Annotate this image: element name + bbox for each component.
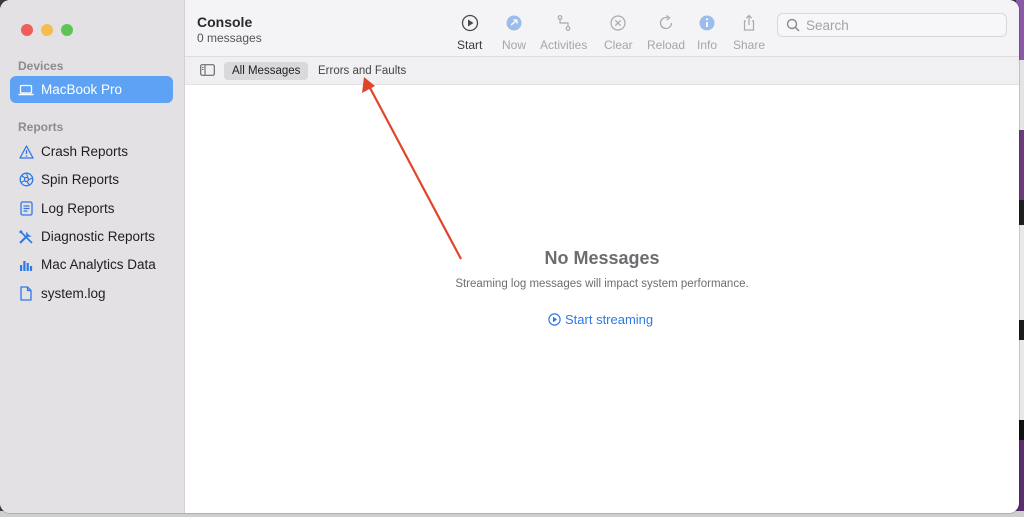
devices-header: Devices bbox=[18, 59, 64, 73]
filter-all-messages[interactable]: All Messages bbox=[224, 62, 309, 80]
close-button[interactable] bbox=[21, 24, 33, 36]
start-streaming-link[interactable]: Start streaming bbox=[548, 312, 653, 327]
activities-icon bbox=[557, 15, 571, 31]
file-icon bbox=[18, 286, 34, 302]
reload-icon bbox=[659, 14, 673, 30]
clear-button[interactable]: Clear bbox=[604, 14, 633, 52]
sidebar: Devices MacBook Pro Reports Crash Report… bbox=[0, 0, 185, 513]
reload-button[interactable]: Reload bbox=[647, 14, 685, 52]
sidebar-item-crash-reports[interactable]: Crash Reports bbox=[10, 138, 173, 165]
sidebar-item-log-reports[interactable]: Log Reports bbox=[10, 195, 173, 222]
zoom-button[interactable] bbox=[61, 24, 73, 36]
search-input[interactable] bbox=[806, 17, 996, 33]
filter-bar: All Messages Errors and Faults bbox=[185, 57, 1019, 85]
bar-chart-icon bbox=[18, 257, 34, 273]
console-window: Devices MacBook Pro Reports Crash Report… bbox=[0, 0, 1019, 513]
sidebar-item-label: Diagnostic Reports bbox=[41, 229, 156, 244]
empty-state-subtitle: Streaming log messages will impact syste… bbox=[455, 278, 749, 290]
warning-icon bbox=[18, 144, 34, 160]
empty-state-title: No Messages bbox=[544, 248, 660, 268]
sidebar-toggle-icon[interactable] bbox=[200, 64, 215, 76]
sidebar-item-label: Crash Reports bbox=[41, 144, 129, 159]
laptop-icon bbox=[18, 82, 34, 98]
window-controls bbox=[21, 24, 73, 36]
search-field[interactable] bbox=[777, 13, 1007, 37]
activities-button[interactable]: Activities bbox=[540, 14, 587, 52]
info-button[interactable]: Info bbox=[697, 14, 717, 52]
info-icon bbox=[699, 15, 715, 31]
minimize-button[interactable] bbox=[41, 24, 53, 36]
sidebar-item-diagnostic-reports[interactable]: Diagnostic Reports bbox=[10, 223, 173, 250]
sidebar-item-label: Spin Reports bbox=[41, 172, 120, 187]
play-icon bbox=[461, 14, 478, 32]
start-button[interactable]: Start bbox=[457, 14, 482, 52]
spin-icon bbox=[18, 172, 34, 188]
tools-icon bbox=[18, 229, 34, 245]
toolbar: Console 0 messages Start Now Activities … bbox=[185, 0, 1019, 57]
now-button[interactable]: Now bbox=[502, 14, 526, 52]
sidebar-item-label: Mac Analytics Data bbox=[41, 257, 156, 272]
reports-header: Reports bbox=[18, 120, 64, 134]
share-icon bbox=[743, 14, 755, 31]
sidebar-item-label: system.log bbox=[41, 286, 106, 301]
sidebar-item-macbook-pro[interactable]: MacBook Pro bbox=[10, 76, 173, 103]
sidebar-item-system-log[interactable]: system.log bbox=[10, 280, 173, 307]
sidebar-item-label: Log Reports bbox=[41, 201, 115, 216]
now-icon bbox=[506, 15, 522, 31]
window-title: Console bbox=[197, 14, 253, 30]
clear-icon bbox=[610, 15, 626, 31]
sidebar-item-spin-reports[interactable]: Spin Reports bbox=[10, 166, 173, 193]
share-button[interactable]: Share bbox=[733, 14, 765, 52]
play-circle-icon bbox=[548, 313, 561, 326]
message-count: 0 messages bbox=[197, 31, 262, 45]
filter-errors-and-faults[interactable]: Errors and Faults bbox=[310, 62, 414, 80]
sidebar-item-label: MacBook Pro bbox=[41, 82, 123, 97]
document-icon bbox=[18, 201, 34, 217]
search-icon bbox=[786, 18, 800, 32]
sidebar-item-mac-analytics-data[interactable]: Mac Analytics Data bbox=[10, 251, 173, 278]
